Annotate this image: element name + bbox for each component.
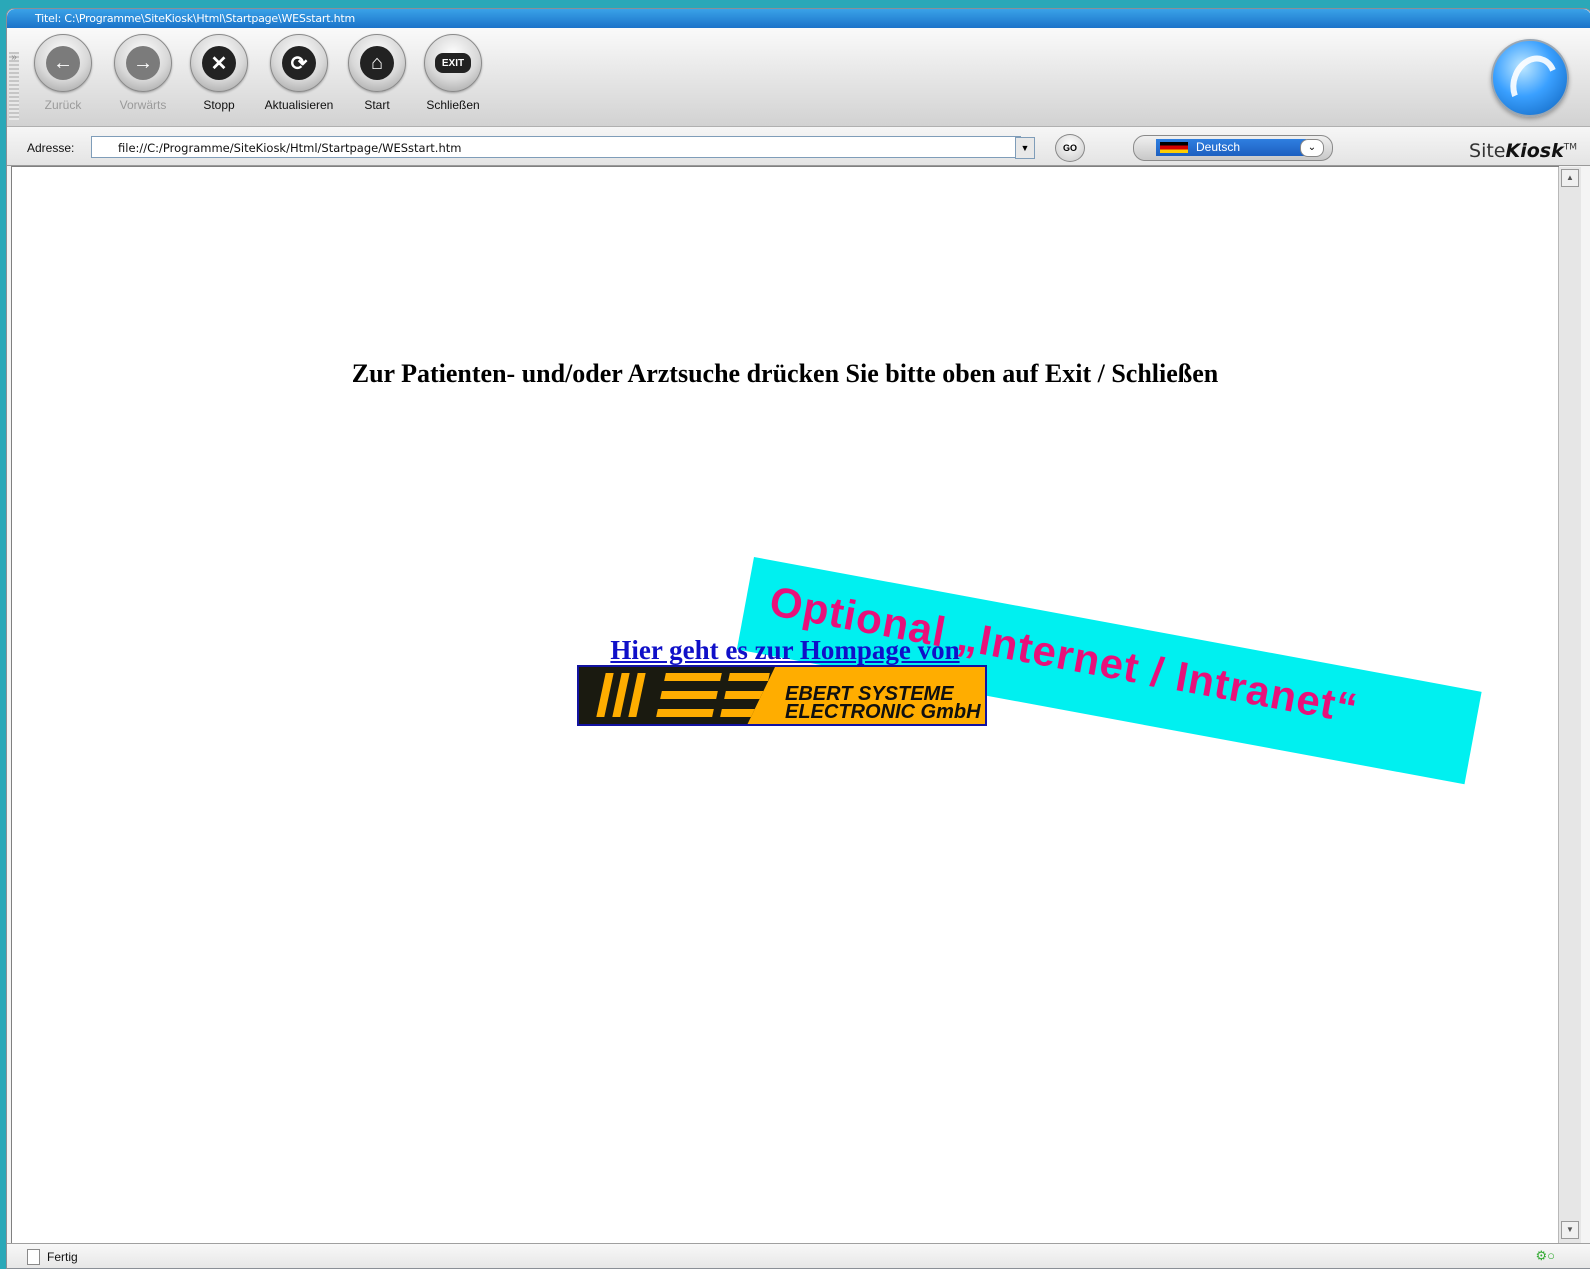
chevron-down-icon[interactable]: ⌄ <box>1300 139 1324 157</box>
language-label: Deutsch <box>1196 140 1241 154</box>
browser-window: Titel: C:\Programme\SiteKiosk\Html\Start… <box>6 8 1590 1269</box>
address-dropdown-button[interactable]: ▼ <box>1015 137 1035 159</box>
refresh-button[interactable]: ⟳ Aktualisieren <box>259 34 339 122</box>
status-bar: Fertig ⚙○ <box>7 1243 1590 1268</box>
address-bar: Adresse: file://C:/Programme/SiteKiosk/H… <box>7 127 1590 166</box>
address-label: Adresse: <box>27 141 75 155</box>
window-title: Titel: C:\Programme\SiteKiosk\Html\Start… <box>35 12 356 25</box>
german-flag-icon <box>1160 142 1188 153</box>
page-heading: Zur Patienten- und/oder Arztsuche drücke… <box>351 359 1219 388</box>
go-button[interactable]: GO <box>1055 134 1085 162</box>
exit-icon: EXIT <box>424 34 482 92</box>
home-button[interactable]: ⌂ Start <box>337 34 417 122</box>
forward-button-label: Vorwärts <box>119 98 167 112</box>
refresh-icon: ⟳ <box>270 34 328 92</box>
home-button-label: Start <box>364 98 390 112</box>
toolbar-grip-handle[interactable]: » <box>9 52 19 120</box>
home-icon: ⌂ <box>348 34 406 92</box>
scroll-up-arrow-icon[interactable]: ▲ <box>1561 169 1579 187</box>
back-button[interactable]: ← Zurück <box>23 34 103 122</box>
stop-icon: ✕ <box>190 34 248 92</box>
sitekiosk-brand: SiteKioskTM <box>1469 140 1577 162</box>
homepage-link[interactable]: Hier geht es zur Hompage von <box>12 635 1558 666</box>
sitekiosk-orb-logo-icon <box>1491 39 1569 117</box>
toolbar: » ← Zurück → Vorwärts ✕ Stopp ⟳ Aktualis… <box>7 28 1590 127</box>
exit-button[interactable]: EXIT Schließen <box>413 34 493 122</box>
network-status-icon: ⚙○ <box>1535 1248 1555 1263</box>
stop-button-label: Stopp <box>203 98 235 112</box>
scroll-down-arrow-icon[interactable]: ▼ <box>1561 1221 1579 1239</box>
refresh-button-label: Aktualisieren <box>264 98 334 112</box>
exit-button-label: Schließen <box>426 98 480 112</box>
wes-logo-link[interactable]: EBERT SYSTEME ELECTRONIC GmbH <box>577 665 987 726</box>
document-icon <box>27 1249 40 1265</box>
language-selected: Deutsch <box>1156 139 1306 156</box>
back-button-label: Zurück <box>44 98 82 112</box>
language-select[interactable]: Deutsch ⌄ <box>1133 135 1333 161</box>
page-content: Zur Patienten- und/oder Arztsuche drücke… <box>11 166 1559 1244</box>
vertical-scrollbar[interactable]: ▲ ▼ <box>1558 167 1581 1243</box>
back-arrow-icon: ← <box>34 34 92 92</box>
forward-button[interactable]: → Vorwärts <box>103 34 183 122</box>
address-input[interactable]: file://C:/Programme/SiteKiosk/Html/Start… <box>91 136 1021 158</box>
title-bar: Titel: C:\Programme\SiteKiosk\Html\Start… <box>7 9 1590 28</box>
forward-arrow-icon: → <box>114 34 172 92</box>
wes-logo-mark <box>579 667 775 724</box>
logo-line-2: ELECTRONIC GmbH <box>785 701 981 723</box>
status-text: Fertig <box>47 1250 78 1264</box>
stop-button[interactable]: ✕ Stopp <box>179 34 259 122</box>
